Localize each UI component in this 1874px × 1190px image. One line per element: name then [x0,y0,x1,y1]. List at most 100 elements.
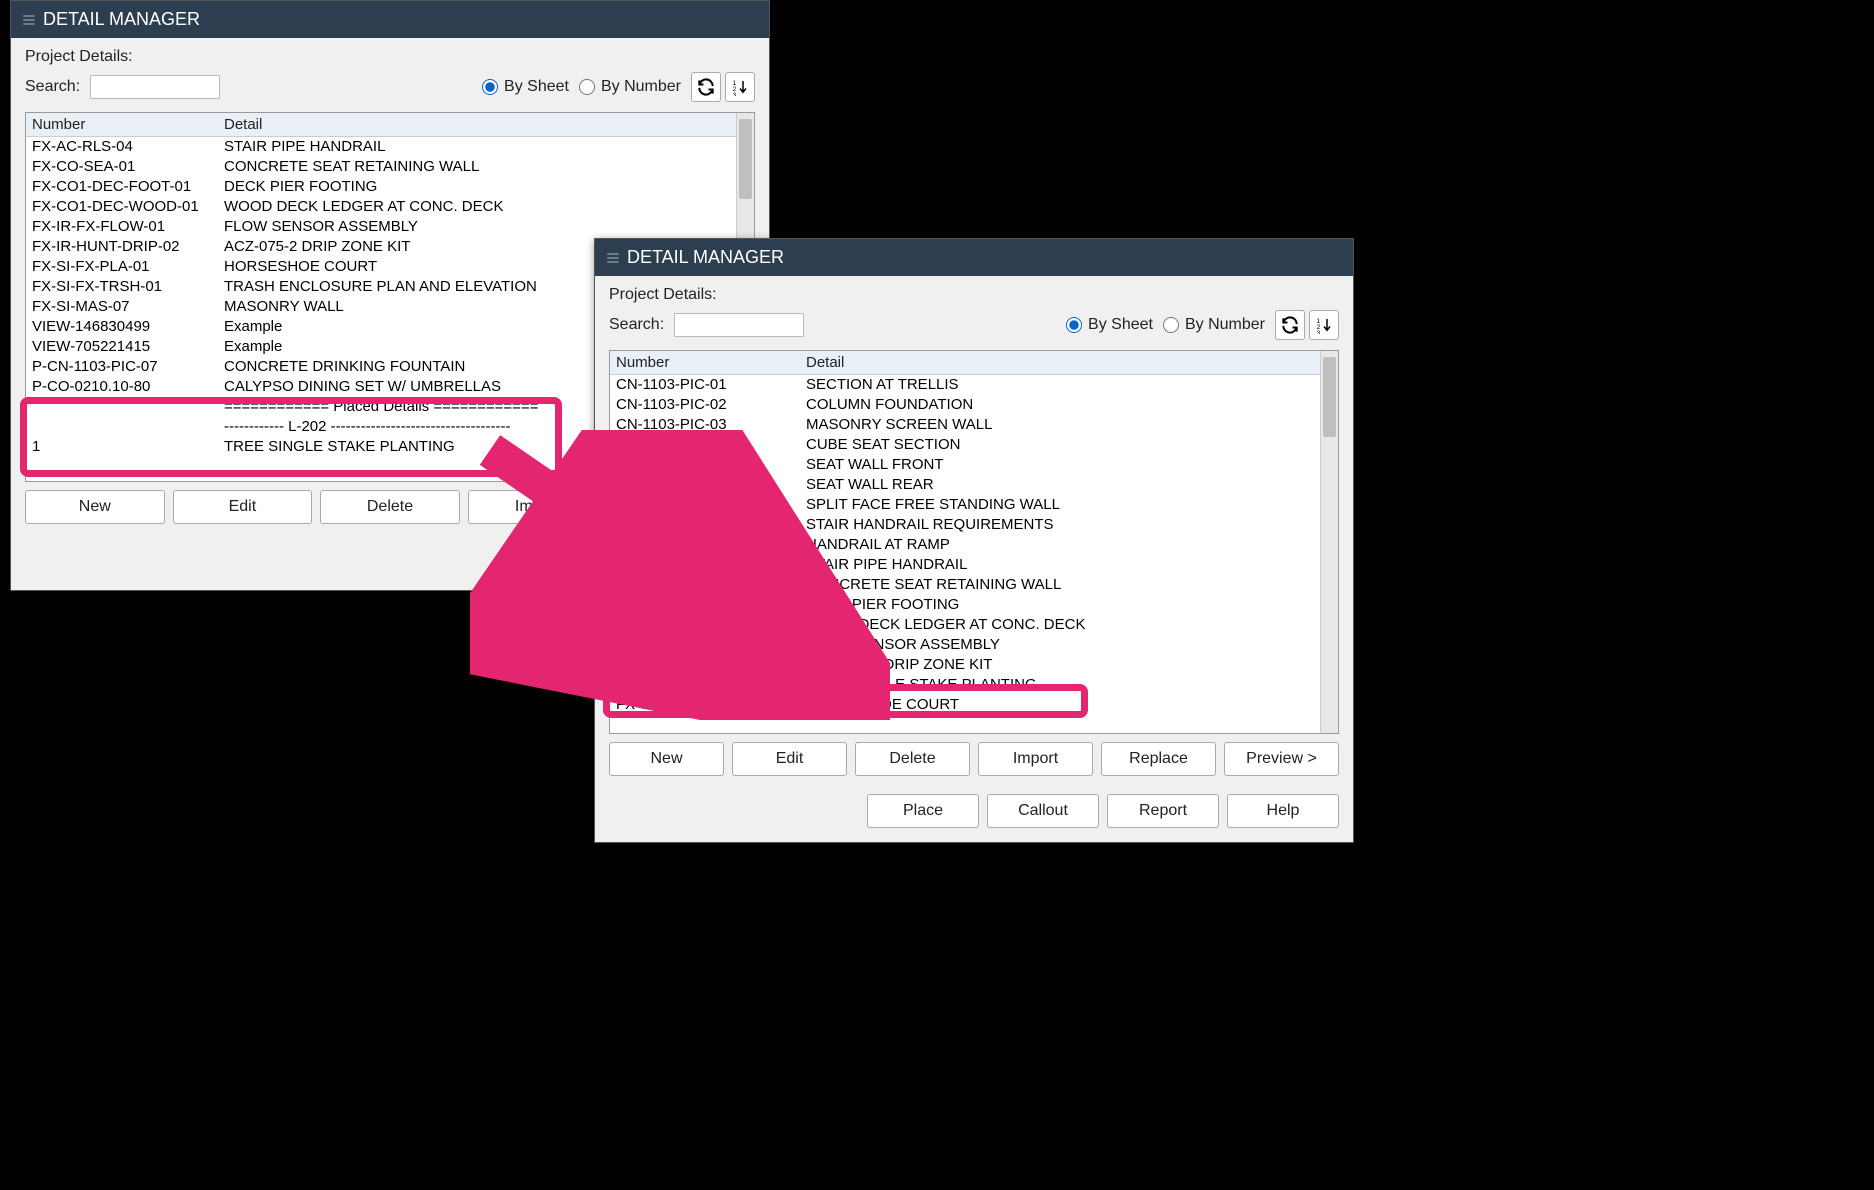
table-row[interactable]: CN-1103-PIC-01SECTION AT TRELLIS [610,375,1320,395]
radio-by-number[interactable]: By Number [579,78,681,96]
radio-by-number[interactable]: By Number [1163,316,1265,334]
drag-grip-icon[interactable] [23,15,35,25]
table-row[interactable]: FX-PL-FX-TREE-01TREE SINGLE STAKE PLANTI… [610,675,1320,695]
cell-number: FX-CO-SEA-01 [612,575,802,595]
cell-detail: HORSESHOE COURT [802,695,1318,715]
cell-number: FX-AC-RLS-04 [28,137,220,157]
cell-number: FX-CO-SEA-01 [28,157,220,177]
cell-detail: WOOD DECK LEDGER AT CONC. DECK [802,615,1318,635]
titlebar[interactable]: DETAIL MANAGER [595,239,1353,276]
cell-number: FX-SI-FX-PLA-01 [612,695,802,715]
cell-number: P-CO-0210.10-80 [28,377,220,397]
cell-number: CN-1103-PIC-04 [612,435,802,455]
cell-number: CN-1103-PIC-02 [612,395,802,415]
cell-detail: SECTION AT TRELLIS [802,375,1318,395]
sort-numeric-icon[interactable]: 123 [725,72,755,102]
cell-detail: STAIR PIPE HANDRAIL [220,137,734,157]
table-row[interactable]: CN-1103-PIC-04CUBE SEAT SECTION [610,435,1320,455]
cell-detail: MASONRY SCREEN WALL [802,415,1318,435]
replace-button[interactable]: Replace [1101,742,1216,776]
cell-number: FX-SI-MAS-07 [28,297,220,317]
cell-number [28,397,220,417]
detail-manager-dialog-right: DETAIL MANAGER Project Details: Search: … [594,238,1354,843]
table-row[interactable]: FX-IR-HUNT-DRIP-02ACZ-075-2 DRIP ZONE KI… [610,655,1320,675]
table-row[interactable]: FX-IR-FX-FLOW-01FLOW SENSOR ASSEMBLY [610,635,1320,655]
cell-detail: CONCRETE SEAT RETAINING WALL [220,157,734,177]
cell-number: CN-1103-PIC-05 [612,455,802,475]
cell-number: CN-1103-PIC-01 [612,375,802,395]
new-button[interactable]: New [609,742,724,776]
table-row[interactable]: FX-SI-FX-PLA-01HORSESHOE COURT [610,695,1320,715]
search-label: Search: [25,78,80,96]
edit-button[interactable]: Edit [732,742,847,776]
cell-detail: SEAT WALL REAR [802,475,1318,495]
cell-number: FX-SI-FX-TRSH-01 [28,277,220,297]
cell-number: 1 [28,437,220,457]
import-button[interactable]: Import [978,742,1093,776]
import-button[interactable]: Import [468,490,608,524]
cell-detail: COLUMN FOUNDATION [802,395,1318,415]
edit-button[interactable]: Edit [173,490,313,524]
table-row[interactable]: FX-CO-SEA-01CONCRETE SEAT RETAINING WALL [26,157,736,177]
svg-text:3: 3 [733,92,737,96]
drag-grip-icon[interactable] [607,253,619,263]
table-row[interactable]: FX-CO1-DEC-FOOT-01DECK PIER FOOTING [610,595,1320,615]
table-row[interactable]: FX-AC-RLS-02HANDRAIL AT RAMP [610,535,1320,555]
column-header-number[interactable]: Number [26,113,218,136]
table-row[interactable]: FX-AC-RLS-04STAIR PIPE HANDRAIL [26,137,736,157]
preview-button[interactable]: Preview > [1224,742,1339,776]
cell-number: FX-CO1-DEC-FOOT-01 [612,595,802,615]
table-row[interactable]: CN-1103-PIC-08SPLIT FACE FREE STANDING W… [610,495,1320,515]
sort-numeric-icon[interactable]: 123 [1309,310,1339,340]
report-button[interactable]: Report [1107,794,1219,828]
column-header-detail[interactable]: Detail [800,351,1320,374]
window-title: DETAIL MANAGER [627,247,784,268]
cell-number: VIEW-146830499 [28,317,220,337]
cell-number: FX-PL-FX-TREE-01 [612,675,802,695]
table-row[interactable]: CN-1103-PIC-06SEAT WALL REAR [610,475,1320,495]
new-button[interactable]: New [25,490,165,524]
titlebar[interactable]: DETAIL MANAGER [11,1,769,38]
cell-number: FX-IR-HUNT-DRIP-02 [28,237,220,257]
cell-detail: WOOD DECK LEDGER AT CONC. DECK [220,197,734,217]
cell-number: VIEW-705221415 [28,337,220,357]
table-row[interactable]: FX-AC-RLS-04STAIR PIPE HANDRAIL [610,555,1320,575]
table-row[interactable]: FX-AC-RLS-01STAIR HANDRAIL REQUIREMENTS [610,515,1320,535]
cell-detail: STAIR HANDRAIL REQUIREMENTS [802,515,1318,535]
radio-by-sheet[interactable]: By Sheet [482,78,569,96]
cell-detail: DECK PIER FOOTING [220,177,734,197]
refresh-icon[interactable] [691,72,721,102]
table-row[interactable]: FX-CO-SEA-01CONCRETE SEAT RETAINING WALL [610,575,1320,595]
table-row[interactable]: FX-IR-FX-FLOW-01FLOW SENSOR ASSEMBLY [26,217,736,237]
table-row[interactable]: CN-1103-PIC-05SEAT WALL FRONT [610,455,1320,475]
callout-button[interactable]: Callout [987,794,1099,828]
search-input[interactable] [674,313,804,337]
radio-by-sheet[interactable]: By Sheet [1066,316,1153,334]
delete-button[interactable]: Delete [855,742,970,776]
cell-number: FX-CO1-DEC-FOOT-01 [28,177,220,197]
help-button[interactable]: Help [1227,794,1339,828]
search-label: Search: [609,316,664,334]
cell-number: CN-1103-PIC-08 [612,495,802,515]
list-scrollbar[interactable] [1320,351,1338,733]
search-input[interactable] [90,75,220,99]
cell-number: FX-IR-HUNT-DRIP-02 [612,655,802,675]
cell-number: FX-SI-FX-PLA-01 [28,257,220,277]
cell-detail: FLOW SENSOR ASSEMBLY [802,635,1318,655]
delete-button[interactable]: Delete [320,490,460,524]
cell-detail: SPLIT FACE FREE STANDING WALL [802,495,1318,515]
cell-detail: FLOW SENSOR ASSEMBLY [220,217,734,237]
refresh-icon[interactable] [1275,310,1305,340]
table-row[interactable]: FX-CO1-DEC-FOOT-01DECK PIER FOOTING [26,177,736,197]
table-row[interactable]: CN-1103-PIC-03MASONRY SCREEN WALL [610,415,1320,435]
table-row[interactable]: FX-CO1-DEC-WOOD-01WOOD DECK LEDGER AT CO… [26,197,736,217]
cell-detail: ACZ-075-2 DRIP ZONE KIT [802,655,1318,675]
cell-detail: CONCRETE SEAT RETAINING WALL [802,575,1318,595]
table-row[interactable]: FX-CO1-DEC-WOOD-01WOOD DECK LEDGER AT CO… [610,615,1320,635]
column-header-detail[interactable]: Detail [218,113,736,136]
section-label: Project Details: [609,286,1339,304]
column-header-number[interactable]: Number [610,351,800,374]
place-button[interactable]: Place [867,794,979,828]
table-row[interactable]: CN-1103-PIC-02COLUMN FOUNDATION [610,395,1320,415]
cell-number: CN-1103-PIC-06 [612,475,802,495]
